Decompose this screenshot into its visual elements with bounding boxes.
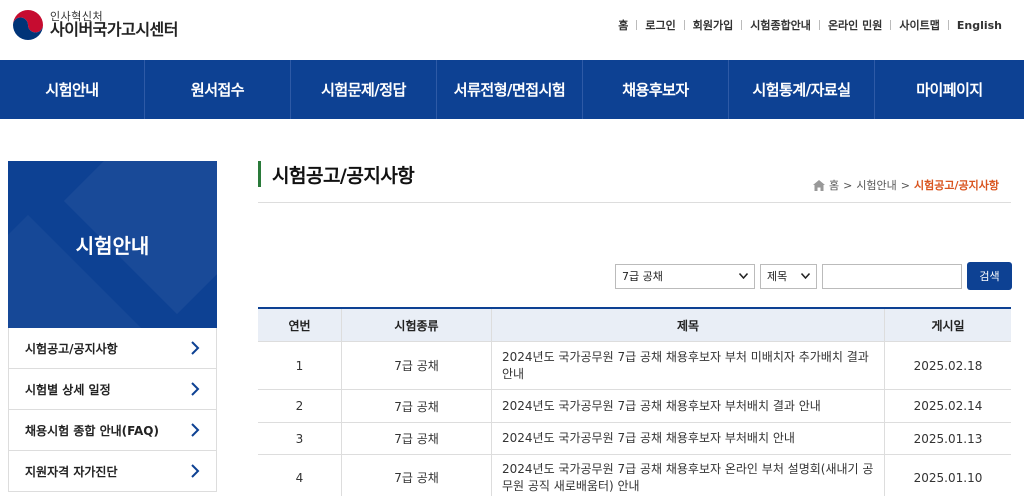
- row-date: 2025.02.14: [913, 399, 983, 413]
- table-row[interactable]: 2 7급 공채 2024년도 국가공무원 7급 공채 채용후보자 부처배치 결과…: [258, 390, 1011, 423]
- sidebar-title: 시험안내: [75, 234, 150, 258]
- row-no: 1: [258, 342, 342, 389]
- table-row[interactable]: 1 7급 공채 2024년도 국가공무원 7급 공채 채용후보자 부처 미배치자…: [258, 342, 1011, 390]
- sidebar-hero: 시험안내: [8, 161, 217, 328]
- row-title-link[interactable]: 2024년도 국가공무원 7급 공채 채용후보자 부처배치 결과 안내: [492, 390, 885, 422]
- chevron-down-icon: [801, 273, 810, 279]
- search-field-select[interactable]: 제목: [760, 263, 817, 289]
- divider: [636, 20, 638, 30]
- row-type: 7급 공채: [342, 423, 492, 454]
- search-bar: 7급 공채 제목 검색: [615, 262, 1012, 290]
- divider: [741, 20, 743, 30]
- breadcrumb-sep: >: [843, 178, 853, 192]
- sidebar-item-label: 지원자격 자가진단: [25, 464, 118, 479]
- title-accent-bar: [258, 161, 261, 187]
- exam-type-value: 7급 공채: [622, 270, 663, 283]
- chevron-right-icon: [191, 464, 200, 478]
- search-input[interactable]: [822, 263, 962, 289]
- breadcrumb-current: 시험공고/공지사항: [914, 179, 999, 192]
- chevron-right-icon: [191, 341, 200, 355]
- sidebar-menu: 시험공고/공지사항 시험별 상세 일정 채용시험 종합 안내(FAQ) 지원자격…: [8, 328, 217, 492]
- row-no: 3: [258, 423, 342, 454]
- gnb-item-candidates[interactable]: 채용후보자: [583, 60, 729, 119]
- row-type: 7급 공채: [342, 390, 492, 422]
- gnb-item-screening[interactable]: 서류전형/면접시험: [437, 60, 583, 119]
- row-date: 2025.01.10: [913, 470, 983, 485]
- row-no: 4: [258, 455, 342, 496]
- col-header-type: 시험종류: [342, 309, 492, 341]
- row-date: 2025.02.18: [913, 358, 983, 373]
- row-date: 2025.01.13: [913, 431, 983, 446]
- divider: [890, 20, 892, 30]
- gnb-item-application[interactable]: 원서접수: [145, 60, 291, 119]
- col-header-no: 연번: [258, 309, 342, 341]
- sidebar-item-label: 시험공고/공지사항: [25, 341, 118, 356]
- row-no: 2: [258, 390, 342, 422]
- sidebar-item-schedule[interactable]: 시험별 상세 일정: [9, 369, 216, 410]
- header: 인사혁신처 사이버국가고시센터 홈 로그인 회원가입 시험종합안내 온라인 민원…: [0, 0, 1024, 60]
- sidebar-item-faq[interactable]: 채용시험 종합 안내(FAQ): [9, 410, 216, 451]
- divider: [818, 20, 820, 30]
- gnb-item-exam-info[interactable]: 시험안내: [0, 60, 145, 119]
- gnb-item-statistics[interactable]: 시험통계/자료실: [729, 60, 875, 119]
- row-title-link[interactable]: 2024년도 국가공무원 7급 공채 채용후보자 온라인 부처 설명회(새내기 …: [492, 455, 885, 496]
- sidebar-item-notices[interactable]: 시험공고/공지사항: [9, 328, 216, 369]
- chevron-right-icon: [191, 423, 200, 437]
- util-link-exam-guide[interactable]: 시험종합안내: [750, 17, 811, 33]
- breadcrumb-level1[interactable]: 시험안내: [856, 177, 896, 193]
- row-type: 7급 공채: [342, 455, 492, 496]
- breadcrumb: 홈 > 시험안내 > 시험공고/공지사항: [812, 177, 999, 193]
- util-link-english[interactable]: English: [957, 19, 1002, 32]
- util-link-login[interactable]: 로그인: [645, 17, 675, 33]
- exam-type-select[interactable]: 7급 공채: [615, 263, 755, 289]
- breadcrumb-sep: >: [900, 178, 911, 192]
- main-nav: 시험안내 원서접수 시험문제/정답 서류전형/면접시험 채용후보자 시험통계/자…: [0, 60, 1024, 119]
- sidebar-item-self-check[interactable]: 지원자격 자가진단: [9, 451, 216, 492]
- sidebar-item-label: 시험별 상세 일정: [25, 382, 111, 397]
- util-link-home[interactable]: 홈: [618, 17, 628, 33]
- col-header-date: 게시일: [931, 318, 965, 333]
- search-button[interactable]: 검색: [967, 262, 1012, 290]
- main-content: 시험공고/공지사항 홈 > 시험안내 > 시험공고/공지사항 7급 공채 제목 …: [258, 155, 1012, 496]
- util-link-online-petition[interactable]: 온라인 민원: [828, 17, 882, 33]
- utility-nav: 홈 로그인 회원가입 시험종합안내 온라인 민원 사이트맵 English: [618, 17, 1002, 33]
- util-link-signup[interactable]: 회원가입: [693, 17, 733, 33]
- home-icon: [812, 179, 825, 191]
- util-link-sitemap[interactable]: 사이트맵: [899, 17, 939, 33]
- divider: [947, 20, 949, 30]
- gnb-item-exam-answers[interactable]: 시험문제/정답: [291, 60, 437, 119]
- chevron-right-icon: [191, 382, 200, 396]
- gnb-item-mypage[interactable]: 마이페이지: [875, 60, 1024, 119]
- sidebar-item-label: 채용시험 종합 안내(FAQ): [25, 423, 159, 438]
- sidebar: 시험안내 시험공고/공지사항 시험별 상세 일정 채용시험 종합 안내(FAQ)…: [8, 161, 217, 492]
- title-bar: 시험공고/공지사항 홈 > 시험안내 > 시험공고/공지사항: [258, 155, 1011, 203]
- site-name: 사이버국가고시센터: [50, 20, 178, 40]
- table-row[interactable]: 3 7급 공채 2024년도 국가공무원 7급 공채 채용후보자 부처배치 안내…: [258, 423, 1011, 455]
- divider: [683, 20, 685, 30]
- breadcrumb-home[interactable]: 홈: [829, 177, 839, 193]
- row-title-link[interactable]: 2024년도 국가공무원 7급 공채 채용후보자 부처배치 안내: [492, 423, 885, 454]
- chevron-down-icon: [739, 273, 748, 279]
- col-header-title: 제목: [492, 309, 885, 341]
- table-row[interactable]: 4 7급 공채 2024년도 국가공무원 7급 공채 채용후보자 온라인 부처 …: [258, 455, 1011, 496]
- site-logo[interactable]: 인사혁신처 사이버국가고시센터: [12, 9, 178, 41]
- notice-table: 연번 시험종류 제목 게시일 1 7급 공채 2024년도 국가공무원 7급 공…: [258, 307, 1011, 496]
- table-header-row: 연번 시험종류 제목 게시일: [258, 309, 1011, 342]
- taegeuk-emblem-icon: [13, 10, 43, 40]
- page-title: 시험공고/공지사항: [272, 165, 415, 187]
- search-field-value: 제목: [767, 270, 788, 283]
- row-type: 7급 공채: [342, 342, 492, 389]
- row-title-link[interactable]: 2024년도 국가공무원 7급 공채 채용후보자 부처 미배치자 추가배치 결과…: [492, 342, 885, 389]
